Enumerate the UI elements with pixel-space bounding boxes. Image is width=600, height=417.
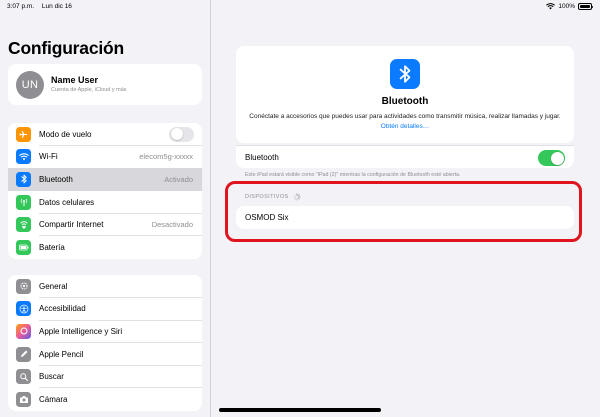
status-time: 3:07 p.m.	[7, 3, 35, 10]
sidebar-item-siri[interactable]: Apple Intelligence y Siri	[8, 320, 202, 343]
search-icon	[16, 369, 31, 385]
battery-status-icon	[578, 3, 593, 10]
bluetooth-info-card: Bluetooth Conéctate a accesorios que pue…	[236, 46, 574, 143]
sidebar-item-search[interactable]: Buscar	[8, 365, 202, 388]
bluetooth-large-icon	[390, 59, 420, 89]
sidebar-item-apple-pencil[interactable]: Apple Pencil	[8, 343, 202, 366]
sidebar-item-label: Datos celulares	[39, 197, 95, 207]
airplane-icon	[16, 126, 31, 142]
home-indicator[interactable]	[219, 408, 381, 412]
siri-icon	[16, 323, 31, 339]
status-date: Lun dic 16	[41, 3, 72, 10]
battery-icon	[16, 239, 31, 255]
airplane-mode-toggle[interactable]	[169, 126, 194, 142]
sidebar-item-bluetooth[interactable]: Bluetooth Activado	[8, 168, 202, 191]
sidebar-item-label: Cámara	[39, 394, 68, 404]
sidebar-item-wifi[interactable]: Wi-Fi elecom5g-xxxxx	[8, 146, 202, 169]
learn-more-link[interactable]: Obtén detalles…	[381, 123, 429, 130]
avatar: UN	[16, 71, 44, 99]
bluetooth-toggle[interactable]	[538, 150, 565, 166]
bluetooth-detail-pane: Bluetooth Conéctate a accesorios que pue…	[211, 0, 600, 417]
sidebar-item-value: Activado	[164, 174, 193, 184]
battery-percent: 100%	[558, 3, 575, 10]
sidebar-group-connectivity: Modo de vuelo Wi-Fi elecom5g-xxxxx Bluet…	[8, 123, 202, 259]
sidebar-group-general: General Accesibilidad Apple Intelligence…	[8, 275, 202, 411]
sidebar-item-label: Apple Pencil	[39, 349, 84, 359]
devices-header: DISPOSITIVOS	[245, 193, 301, 201]
description-text: Conéctate a accesorios que puedes usar p…	[249, 113, 561, 120]
pencil-icon	[16, 346, 31, 362]
profile-name: Name User	[51, 75, 99, 85]
page-title: Configuración	[8, 38, 125, 58]
cellular-icon	[16, 194, 31, 210]
sidebar-item-value: Desactivado	[151, 220, 193, 230]
sidebar-item-label: Wi-Fi	[39, 152, 58, 162]
status-bar: 3:07 p.m. Lun dic 16 100%	[0, 0, 600, 14]
sidebar-item-label: Apple Intelligence y Siri	[39, 326, 123, 336]
devices-header-label: DISPOSITIVOS	[245, 194, 289, 200]
profile-subtitle: Cuenta de Apple, iCloud y más	[51, 87, 127, 93]
bluetooth-toggle-row: Bluetooth	[236, 145, 574, 168]
sidebar-item-label: Compartir Internet	[39, 220, 104, 230]
hotspot-icon	[16, 217, 31, 233]
accessibility-icon	[16, 301, 31, 317]
sidebar: Configuración UN Name User Cuenta de App…	[0, 0, 211, 417]
sidebar-item-battery[interactable]: Batería	[8, 236, 202, 259]
wifi-icon	[16, 149, 31, 165]
sidebar-item-value: elecom5g-xxxxx	[139, 152, 193, 162]
sidebar-item-camera[interactable]: Cámara	[8, 388, 202, 411]
sidebar-item-accessibility[interactable]: Accesibilidad	[8, 298, 202, 321]
bluetooth-title: Bluetooth	[381, 96, 429, 107]
sidebar-item-hotspot[interactable]: Compartir Internet Desactivado	[8, 213, 202, 236]
device-name: OSMOD Six	[245, 213, 289, 222]
bluetooth-description: Conéctate a accesorios que puedes usar p…	[246, 112, 564, 132]
sidebar-item-cellular[interactable]: Datos celulares	[8, 191, 202, 214]
profile-card[interactable]: UN Name User Cuenta de Apple, iCloud y m…	[8, 64, 202, 105]
device-row-osmod-six[interactable]: OSMOD Six	[236, 206, 574, 229]
sidebar-item-general[interactable]: General	[8, 275, 202, 298]
camera-icon	[16, 391, 31, 407]
sidebar-item-label: Accesibilidad	[39, 304, 86, 314]
sidebar-item-label: Batería	[39, 242, 65, 252]
gear-icon	[16, 278, 31, 294]
sidebar-item-label: Modo de vuelo	[39, 129, 92, 139]
sidebar-item-airplane-mode[interactable]: Modo de vuelo	[8, 123, 202, 146]
sidebar-item-label: General	[39, 281, 68, 291]
bluetooth-icon	[16, 171, 31, 187]
sidebar-item-label: Bluetooth	[39, 174, 73, 184]
bluetooth-toggle-label: Bluetooth	[245, 153, 279, 162]
sidebar-item-label: Buscar	[39, 372, 64, 382]
visibility-footnote: Este iPad estará visible como "iPad (2)"…	[245, 172, 461, 178]
loading-spinner-icon	[292, 193, 301, 201]
wifi-status-icon	[546, 3, 556, 10]
